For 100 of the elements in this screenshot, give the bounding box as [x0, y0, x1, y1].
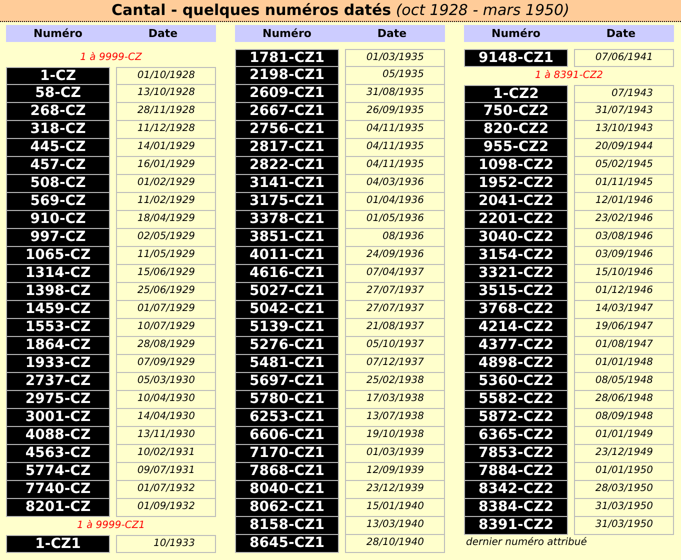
date-cell: 15/01/1940 [345, 499, 445, 517]
date-cell: 14/03/1947 [574, 301, 674, 319]
date-cell: 16/01/1929 [116, 157, 216, 175]
registration-number: 1065-CZ [6, 247, 110, 265]
column-header: Date [376, 27, 408, 40]
registration-number: 4563-CZ [6, 445, 110, 463]
registration-number: 1553-CZ [6, 319, 110, 337]
registration-number: 268-CZ [6, 103, 110, 121]
date-cell: 09/07/1931 [116, 463, 216, 481]
date-cell: 08/1936 [345, 229, 445, 247]
registration-number: 3154-CZ2 [464, 247, 568, 265]
date-cell: 05/03/1930 [116, 373, 216, 391]
registration-number: 3321-CZ2 [464, 265, 568, 283]
date-cell: 28/06/1948 [574, 391, 674, 409]
registration-number: 3851-CZ1 [235, 229, 339, 247]
date-cell: 19/06/1947 [574, 319, 674, 337]
date-cell: 01/01/1950 [574, 463, 674, 481]
registration-number: 5360-CZ2 [464, 373, 568, 391]
registration-number: 9148-CZ1 [464, 49, 568, 67]
date-cell: 23/12/1949 [574, 445, 674, 463]
date-cell: 12/09/1939 [345, 463, 445, 481]
date-cell: 07/04/1937 [345, 265, 445, 283]
registration-number: 1098-CZ2 [464, 157, 568, 175]
date-cell: 28/08/1929 [116, 337, 216, 355]
date-cell: 11/12/1928 [116, 121, 216, 139]
date-cell: 13/03/1940 [345, 517, 445, 535]
registration-number: 3378-CZ1 [235, 211, 339, 229]
registration-number: 318-CZ [6, 121, 110, 139]
registration-number: 3175-CZ1 [235, 193, 339, 211]
registration-number: 58-CZ [6, 85, 110, 103]
date-cell: 31/03/1950 [574, 499, 674, 517]
registration-number: 8391-CZ2 [464, 517, 568, 535]
date-cell: 01/10/1928 [116, 67, 216, 85]
registration-number: 8384-CZ2 [464, 499, 568, 517]
date-cell: 01/04/1936 [345, 193, 445, 211]
date-cell: 31/08/1935 [345, 85, 445, 103]
registration-number: 820-CZ2 [464, 121, 568, 139]
registration-number: 6365-CZ2 [464, 427, 568, 445]
registration-number: 3515-CZ2 [464, 283, 568, 301]
registration-number: 508-CZ [6, 175, 110, 193]
registration-number: 1-CZ [6, 67, 110, 85]
date-cell: 07/12/1937 [345, 355, 445, 373]
date-cell: 01/07/1929 [116, 301, 216, 319]
column-header: Numéro [490, 27, 542, 40]
footnote: dernier numéro attribué [465, 536, 588, 548]
registration-number: 5582-CZ2 [464, 391, 568, 409]
registration-number: 7868-CZ1 [235, 463, 339, 481]
registration-number: 8645-CZ1 [235, 535, 339, 553]
registration-number: 457-CZ [6, 157, 110, 175]
date-cell: 18/04/1929 [116, 211, 216, 229]
date-cell: 01/05/1936 [345, 211, 445, 229]
registration-number: 2737-CZ [6, 373, 110, 391]
date-cell: 14/04/1930 [116, 409, 216, 427]
date-cell: 27/07/1937 [345, 283, 445, 301]
column-header: Numéro [32, 27, 84, 40]
date-cell: 05/1935 [345, 67, 445, 85]
registration-number: 955-CZ2 [464, 139, 568, 157]
date-cell: 28/10/1940 [345, 535, 445, 553]
date-cell: 02/05/1929 [116, 229, 216, 247]
date-cell: 04/11/1935 [345, 157, 445, 175]
registration-number: 4011-CZ1 [235, 247, 339, 265]
registration-number: 2817-CZ1 [235, 139, 339, 157]
date-cell: 15/10/1946 [574, 265, 674, 283]
registration-number: 1398-CZ [6, 283, 110, 301]
registration-number: 5774-CZ [6, 463, 110, 481]
date-cell: 01/12/1946 [574, 283, 674, 301]
date-cell: 28/11/1928 [116, 103, 216, 121]
date-cell: 05/02/1945 [574, 157, 674, 175]
registration-number: 4898-CZ2 [464, 355, 568, 373]
registration-number: 5042-CZ1 [235, 301, 339, 319]
date-cell: 11/02/1929 [116, 193, 216, 211]
date-cell: 13/07/1938 [345, 409, 445, 427]
registration-number: 1314-CZ [6, 265, 110, 283]
registration-number: 7170-CZ1 [235, 445, 339, 463]
registration-number: 2822-CZ1 [235, 157, 339, 175]
registration-number: 5697-CZ1 [235, 373, 339, 391]
date-cell: 15/06/1929 [116, 265, 216, 283]
registration-number: 1-CZ1 [6, 535, 110, 553]
registration-number: 4616-CZ1 [235, 265, 339, 283]
date-cell: 14/01/1929 [116, 139, 216, 157]
registration-number: 3141-CZ1 [235, 175, 339, 193]
date-cell: 12/01/1946 [574, 193, 674, 211]
date-cell: 10/1933 [116, 535, 216, 553]
registration-number: 7884-CZ2 [464, 463, 568, 481]
date-cell: 25/02/1938 [345, 373, 445, 391]
registration-number: 1933-CZ [6, 355, 110, 373]
column-header: Date [147, 27, 179, 40]
registration-number: 2609-CZ1 [235, 85, 339, 103]
registration-number: 8342-CZ2 [464, 481, 568, 499]
registration-number: 2975-CZ [6, 391, 110, 409]
registration-number: 1864-CZ [6, 337, 110, 355]
registration-number: 1781-CZ1 [235, 49, 339, 67]
date-cell: 26/09/1935 [345, 103, 445, 121]
registration-number: 6606-CZ1 [235, 427, 339, 445]
registration-number: 2667-CZ1 [235, 103, 339, 121]
date-cell: 17/03/1938 [345, 391, 445, 409]
range-label: 1 à 8391-CZ2 [534, 69, 604, 83]
registration-number: 7853-CZ2 [464, 445, 568, 463]
registration-number: 5780-CZ1 [235, 391, 339, 409]
registration-number: 2756-CZ1 [235, 121, 339, 139]
